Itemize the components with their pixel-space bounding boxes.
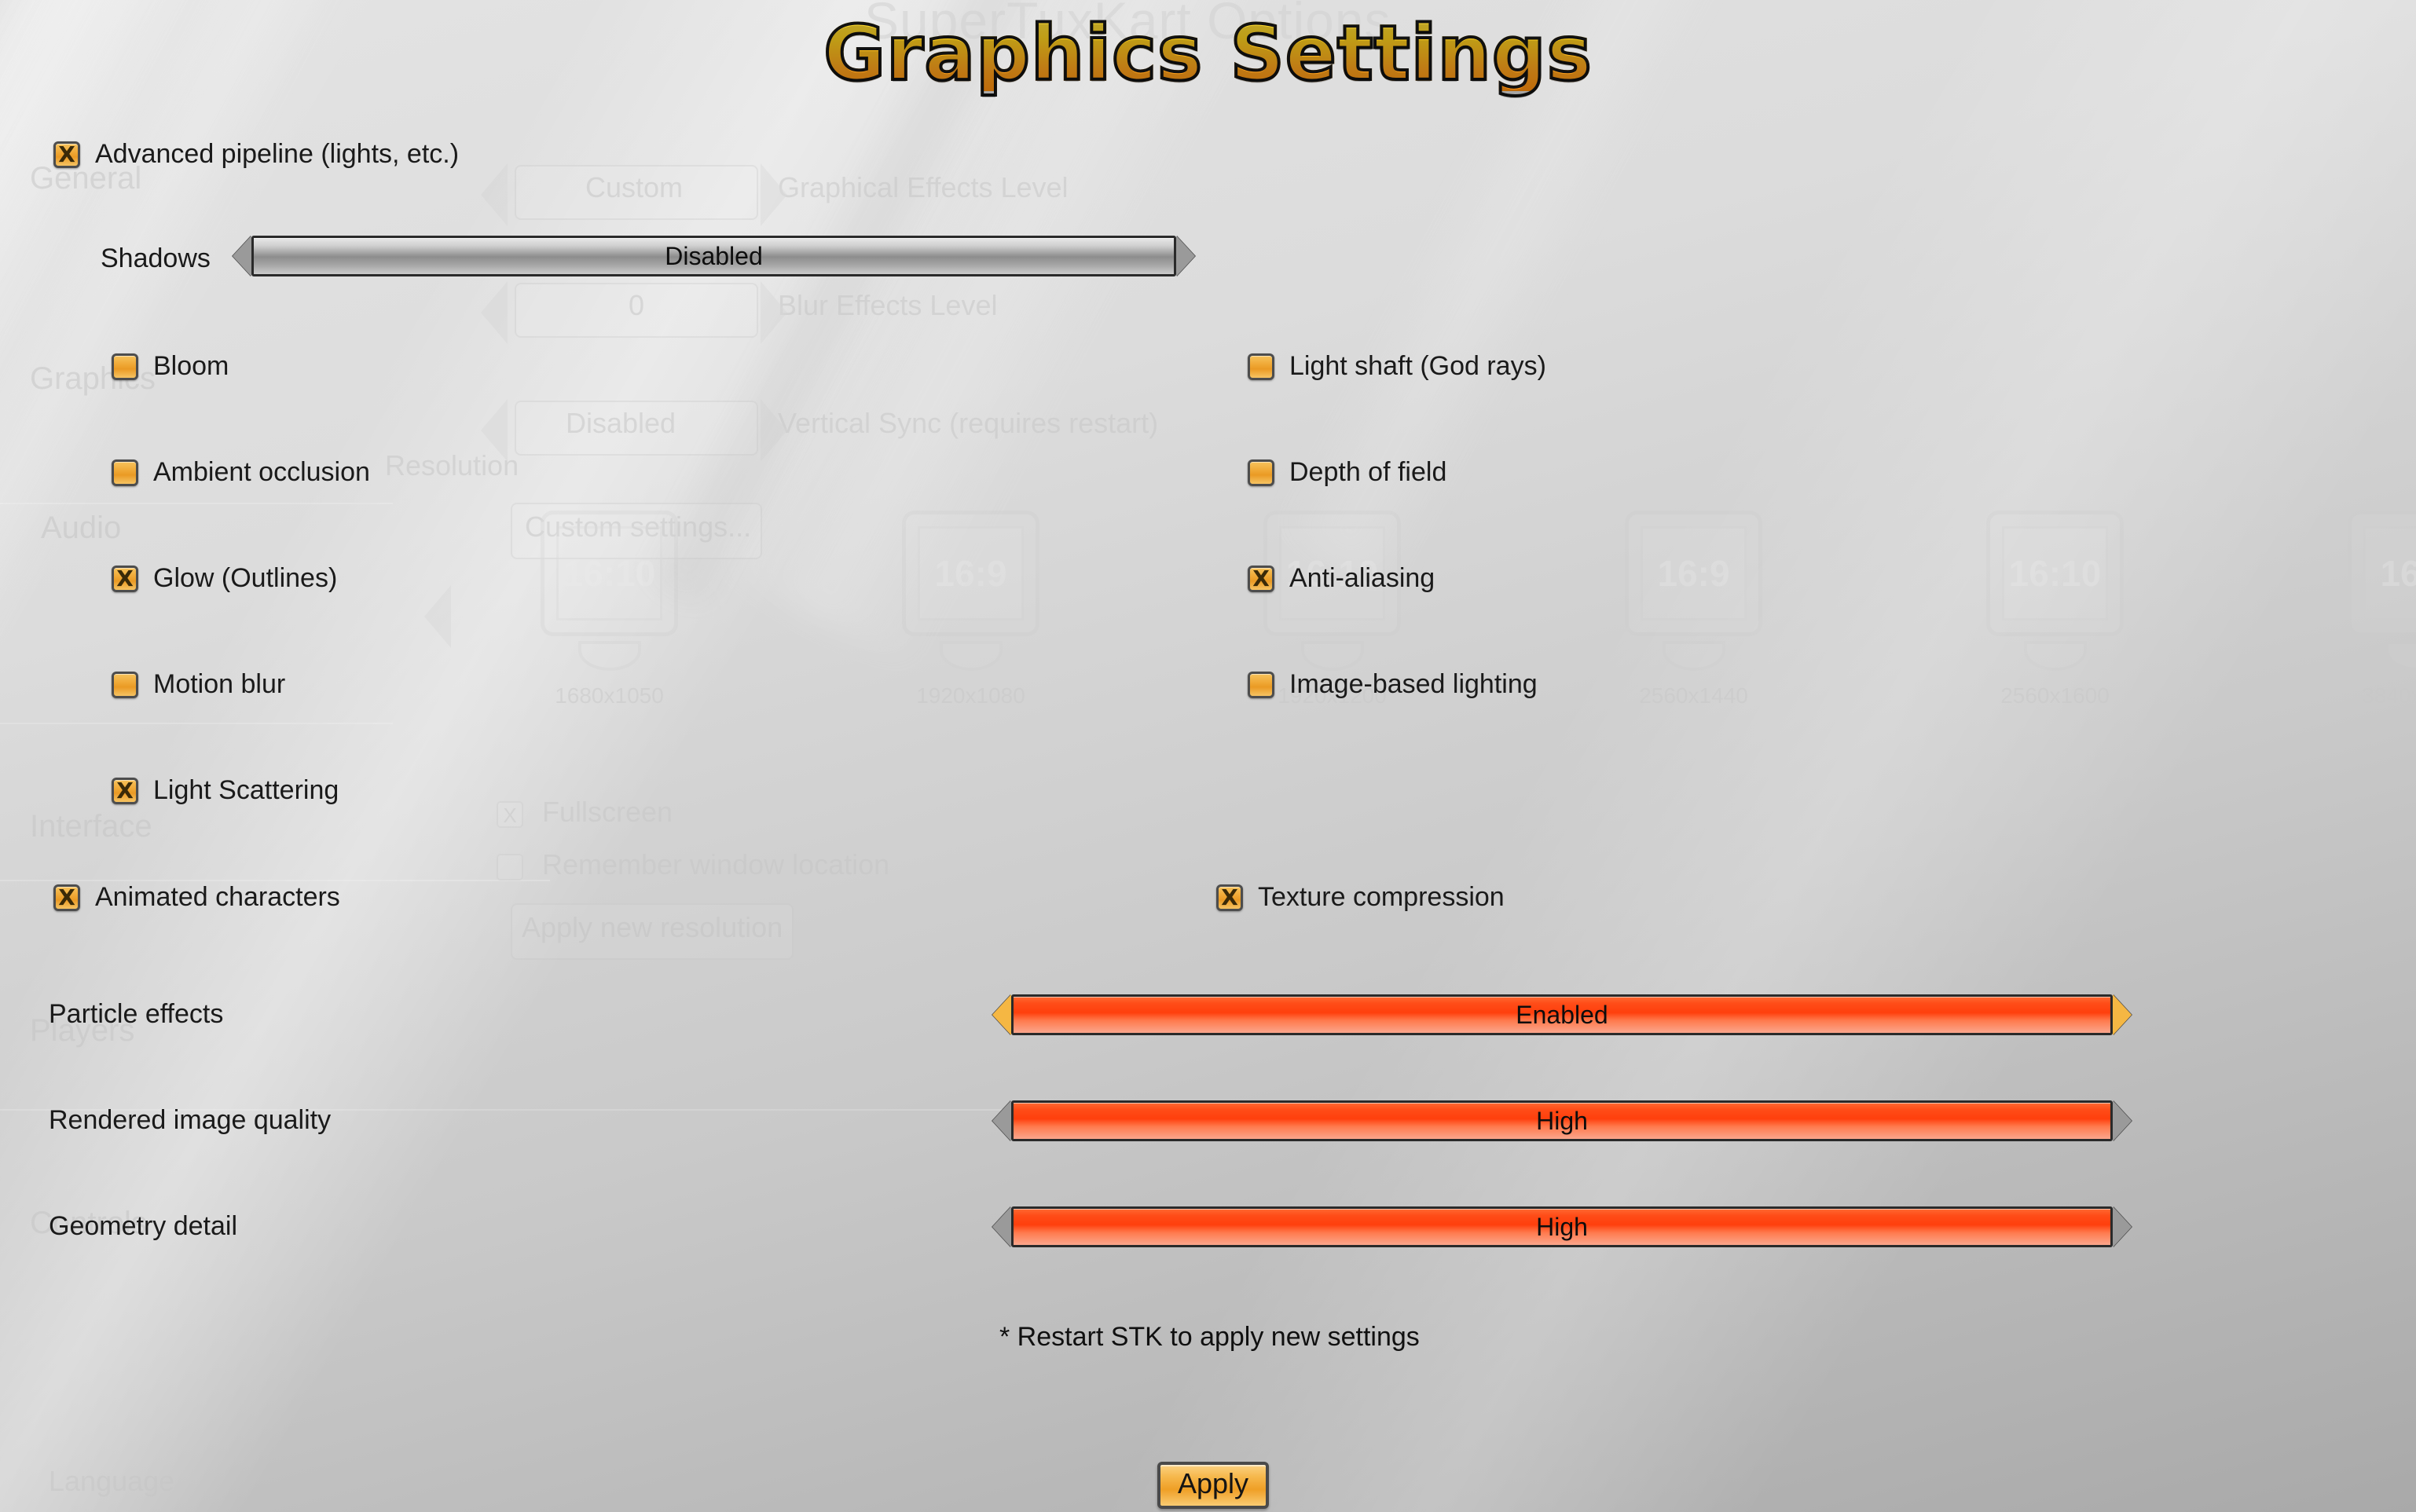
rendered-image-quality-value[interactable]: High <box>1011 1100 2113 1141</box>
image-based-lighting-checkbox[interactable] <box>1248 671 1274 698</box>
shadows-spinner-right-arrow[interactable] <box>1176 236 1195 276</box>
light-shaft-checkbox[interactable] <box>1248 353 1274 380</box>
graphics-settings-screen: SuperTuxKart Options General Graphics Au… <box>0 0 2416 1512</box>
checkbox-row-light-shaft[interactable]: Light shaft (God rays) <box>1248 351 1546 382</box>
rendered-image-quality-spinner[interactable]: High <box>992 1100 2132 1141</box>
texture-compression-label: Texture compression <box>1258 882 1505 912</box>
depth-of-field-checkbox[interactable] <box>1248 459 1274 486</box>
shadows-spinner-value[interactable]: Disabled <box>251 236 1176 276</box>
checkbox-row-glow-outlines[interactable]: Glow (Outlines) <box>112 563 337 594</box>
ambient-occlusion-label: Ambient occlusion <box>153 457 370 487</box>
rendered-image-quality-label: Rendered image quality <box>49 1105 332 1135</box>
particle-effects-spinner[interactable]: Enabled <box>992 994 2132 1035</box>
motion-blur-checkbox[interactable] <box>112 671 138 698</box>
checkbox-row-motion-blur[interactable]: Motion blur <box>112 669 285 700</box>
checkbox-row-image-based-lighting[interactable]: Image-based lighting <box>1248 669 1538 700</box>
checkbox-row-light-scattering[interactable]: Light Scattering <box>112 775 339 806</box>
checkbox-row-ambient-occlusion[interactable]: Ambient occlusion <box>112 457 370 488</box>
shadows-label: Shadows <box>101 243 211 273</box>
geometry-detail-spinner[interactable]: High <box>992 1206 2132 1247</box>
particle-effects-left-arrow[interactable] <box>992 994 1011 1035</box>
particle-effects-right-arrow[interactable] <box>2113 994 2132 1035</box>
bloom-label: Bloom <box>153 351 229 381</box>
checkbox-row-depth-of-field[interactable]: Depth of field <box>1248 457 1446 488</box>
animated-characters-checkbox[interactable] <box>53 884 80 911</box>
checkbox-row-texture-compression[interactable]: Texture compression <box>1216 882 1505 913</box>
anti-aliasing-label: Anti-aliasing <box>1289 563 1435 593</box>
particle-effects-value[interactable]: Enabled <box>1011 994 2113 1035</box>
checkbox-row-bloom[interactable]: Bloom <box>112 351 229 382</box>
anti-aliasing-checkbox[interactable] <box>1248 565 1274 592</box>
bloom-checkbox[interactable] <box>112 353 138 380</box>
light-shaft-label: Light shaft (God rays) <box>1289 351 1546 381</box>
checkbox-row-anti-aliasing[interactable]: Anti-aliasing <box>1248 563 1435 594</box>
graphics-settings-dialog: Graphics Settings Advanced pipeline (lig… <box>0 0 2416 1512</box>
checkbox-row-animated-characters[interactable]: Animated characters <box>53 882 340 913</box>
geometry-detail-label: Geometry detail <box>49 1211 237 1241</box>
glow-outlines-label: Glow (Outlines) <box>153 563 338 593</box>
texture-compression-checkbox[interactable] <box>1216 884 1243 911</box>
geometry-detail-value[interactable]: High <box>1011 1206 2113 1247</box>
motion-blur-label: Motion blur <box>153 669 286 699</box>
glow-outlines-checkbox[interactable] <box>112 565 138 592</box>
particle-effects-label: Particle effects <box>49 999 224 1029</box>
light-scattering-label: Light Scattering <box>153 775 339 805</box>
restart-note: * Restart STK to apply new settings <box>999 1322 1420 1352</box>
geometry-detail-right-arrow[interactable] <box>2113 1206 2132 1247</box>
apply-button[interactable]: Apply <box>1157 1462 1270 1509</box>
rendered-image-quality-left-arrow[interactable] <box>992 1100 1011 1141</box>
depth-of-field-label: Depth of field <box>1289 457 1447 487</box>
page-title: Graphics Settings <box>0 14 2416 93</box>
image-based-lighting-label: Image-based lighting <box>1289 669 1538 699</box>
advanced-pipeline-checkbox[interactable] <box>53 141 80 168</box>
animated-characters-label: Animated characters <box>95 882 340 912</box>
ambient-occlusion-checkbox[interactable] <box>112 459 138 486</box>
advanced-pipeline-label: Advanced pipeline (lights, etc.) <box>95 139 460 169</box>
geometry-detail-left-arrow[interactable] <box>992 1206 1011 1247</box>
checkbox-row-advanced-pipeline[interactable]: Advanced pipeline (lights, etc.) <box>53 139 459 170</box>
shadows-spinner[interactable]: Disabled <box>233 236 1195 276</box>
light-scattering-checkbox[interactable] <box>112 777 138 804</box>
rendered-image-quality-right-arrow[interactable] <box>2113 1100 2132 1141</box>
shadows-spinner-left-arrow[interactable] <box>233 236 251 276</box>
